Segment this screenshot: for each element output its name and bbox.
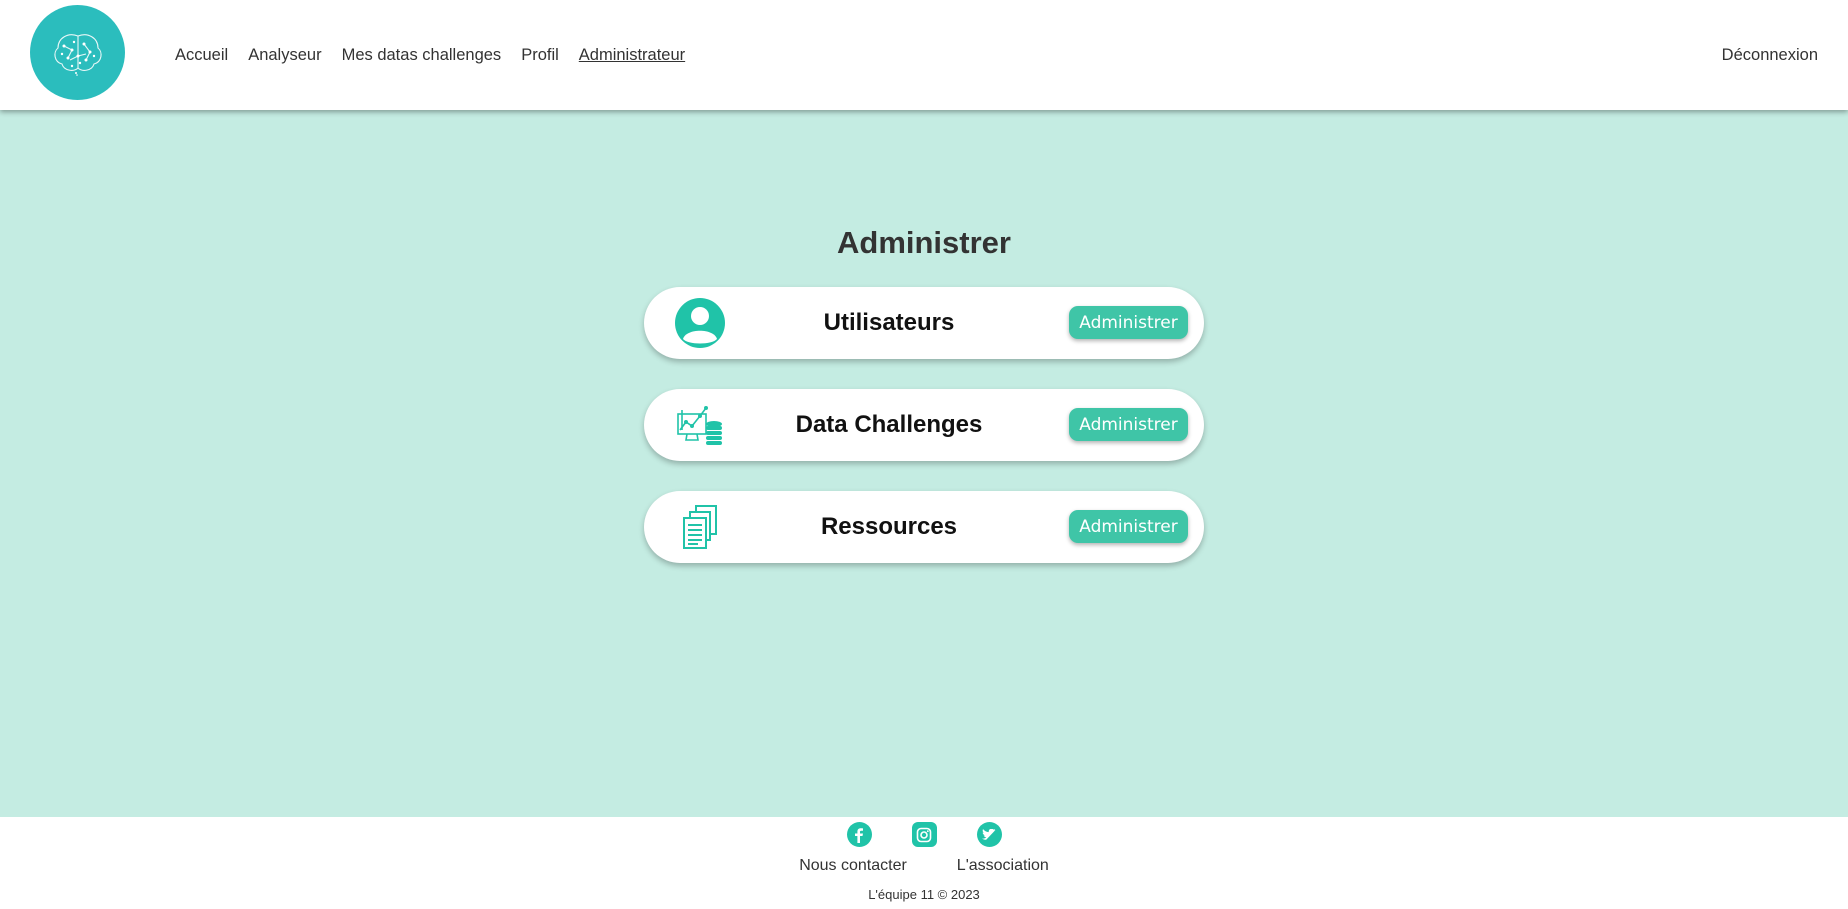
social-links [0,822,1848,847]
twitter-icon[interactable] [976,822,1002,847]
admin-card-ressources: Ressources Administrer [644,491,1204,563]
administrer-utilisateurs-button[interactable]: Administrer [1069,306,1188,339]
card-label: Data Challenges [795,411,983,438]
user-icon [673,296,727,350]
administrer-ressources-button[interactable]: Administrer [1069,510,1188,543]
facebook-icon[interactable] [846,822,872,847]
logo[interactable] [30,5,125,100]
admin-card-data-challenges: Data Challenges Administrer [644,389,1204,461]
logout-link[interactable]: Déconnexion [1722,0,1818,110]
admin-card-utilisateurs: Utilisateurs Administrer [644,287,1204,359]
nav-item-mes-datas-challenges[interactable]: Mes datas challenges [342,46,502,65]
data-analytics-icon [673,398,727,452]
documents-icon [673,500,727,554]
footer-links: Nous contacter L'association [0,857,1848,875]
main-content: Administrer Utilisateurs Administrer Dat… [0,110,1848,817]
nav-item-administrateur[interactable]: Administrateur [579,46,685,65]
administrer-data-challenges-button[interactable]: Administrer [1069,408,1188,441]
copyright: L'équipe 11 © 2023 [868,887,980,902]
brain-icon [53,33,102,76]
card-label: Utilisateurs [823,309,955,336]
card-label: Ressources [820,513,958,540]
page-title: Administrer [837,225,1011,260]
nav-item-profil[interactable]: Profil [521,46,559,65]
main-nav: Accueil Analyseur Mes datas challenges P… [175,0,705,110]
association-link[interactable]: L'association [957,857,1049,875]
footer: Nous contacter L'association L'équipe 11… [0,817,1848,909]
nav-item-accueil[interactable]: Accueil [175,46,228,65]
contact-link[interactable]: Nous contacter [799,857,907,875]
header: Accueil Analyseur Mes datas challenges P… [0,0,1848,110]
instagram-icon[interactable] [911,822,937,847]
nav-item-analyseur[interactable]: Analyseur [248,46,321,65]
